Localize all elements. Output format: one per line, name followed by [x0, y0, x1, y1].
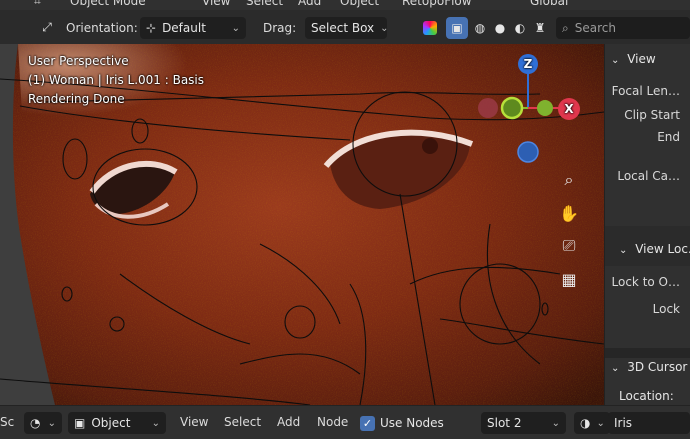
viewport-render-status: Rendering Done — [28, 92, 125, 106]
menu-add[interactable]: Add — [298, 0, 321, 8]
material-sphere-icon: ◑ — [580, 416, 591, 430]
zoom-icon[interactable]: ⌕ — [556, 167, 582, 193]
focal-length-label: Focal Len… — [611, 84, 680, 98]
orientation-dropdown[interactable]: ⊹ Default ⌄ — [140, 17, 246, 39]
gizmo-x-axis[interactable]: X — [558, 98, 580, 120]
lock-to-object-label: Lock to O… — [611, 275, 680, 289]
editor-type-label[interactable]: Sc — [0, 415, 14, 429]
view-panel-title: View — [627, 52, 656, 66]
object-type-dropdown[interactable]: ▣ Object ⌄ — [68, 412, 166, 434]
menu-view[interactable]: View — [180, 415, 208, 429]
menu-select[interactable]: Select — [246, 0, 283, 8]
viewport-object-info: (1) Woman | Iris L.001 : Basis — [28, 73, 205, 87]
chevron-down-icon: ⌄ — [611, 55, 620, 66]
object-type-value: Object — [91, 416, 131, 430]
shader-editor-header: Sc ◔ ⌄ ▣ Object ⌄ View Select Add Node ✓… — [0, 405, 690, 439]
top-menu-bar: ⌗ Object Mode View Select Add Object Ret… — [0, 0, 690, 10]
wireframe-shading-icon[interactable]: ◍ — [470, 17, 490, 39]
menu-view[interactable]: View — [202, 0, 230, 8]
transform-tool-icon[interactable]: ⤢ — [36, 16, 58, 38]
orientation-icon: ⊹ — [146, 21, 157, 35]
object-square-icon: ▣ — [74, 416, 86, 430]
drag-dropdown[interactable]: Select Box ⌄ — [305, 17, 389, 39]
slot-dropdown[interactable]: Slot 2 ⌄ — [481, 412, 566, 434]
chevron-down-icon: ⌄ — [551, 417, 560, 429]
drag-value: Select Box — [311, 21, 375, 35]
grid-ortho-icon[interactable]: ▦ — [556, 266, 582, 292]
drag-label: Drag: — [263, 21, 297, 35]
chevron-down-icon: ⌄ — [380, 22, 389, 34]
chevron-down-icon: ⌄ — [231, 22, 240, 34]
3d-cursor-panel-title: 3D Cursor — [627, 360, 688, 374]
chevron-down-icon: ⌄ — [611, 363, 620, 374]
slot-value: Slot 2 — [487, 416, 522, 430]
material-shading-icon[interactable]: ◐ — [510, 17, 530, 39]
menu-object[interactable]: Object — [340, 0, 379, 8]
viewport-perspective-label: User Perspective — [28, 54, 129, 68]
n-panel-sidebar: ⌄ View Focal Len… Clip Start End Local C… — [604, 44, 690, 405]
chevron-down-icon: ⌄ — [151, 417, 160, 429]
chevron-down-icon: ⌄ — [619, 245, 628, 256]
local-camera-label: Local Ca… — [617, 169, 680, 183]
camera-icon[interactable]: ⎚ — [556, 233, 582, 259]
view-panel-header[interactable]: ⌄ View — [611, 52, 656, 66]
editor-type-dropdown[interactable]: ◔ ⌄ — [24, 412, 62, 434]
view-lock-panel-title: View Loc… — [635, 242, 690, 256]
menu-node[interactable]: Node — [317, 415, 348, 429]
search-icon: ⌕ — [562, 20, 569, 35]
solid-shading-icon[interactable]: ● — [490, 17, 510, 39]
3d-viewport[interactable]: Z X User Perspective (1) Woman | Iris L.… — [0, 44, 604, 405]
view-lock-panel-header[interactable]: ⌄ View Loc… — [619, 242, 690, 256]
checkmark-icon[interactable]: ✓ — [360, 415, 375, 431]
lock-label: Lock — [652, 302, 680, 316]
orientation-value: Default — [162, 21, 206, 35]
chevron-down-icon: ⌄ — [596, 417, 605, 429]
retopo-color-icon[interactable] — [420, 17, 440, 39]
clip-end-label: End — [657, 130, 680, 144]
menu-select[interactable]: Select — [224, 415, 261, 429]
node-editor-icon: ◔ — [30, 416, 41, 430]
mode-dropdown[interactable]: Object Mode — [70, 0, 146, 8]
clip-start-label: Clip Start — [624, 108, 680, 122]
search-placeholder: Search — [574, 21, 616, 35]
use-nodes-toggle[interactable]: ✓ Use Nodes — [360, 412, 444, 434]
xray-toggle-icon[interactable]: ▣ — [446, 17, 468, 39]
use-nodes-label: Use Nodes — [380, 416, 444, 430]
material-browse-dropdown[interactable]: ◑ ⌄ — [574, 412, 610, 434]
retopoflow-menu[interactable]: RetopoFlow — [402, 0, 472, 8]
hand-pan-icon[interactable]: ✋ — [556, 200, 582, 226]
search-field[interactable]: ⌕ Search — [556, 17, 690, 39]
menu-add[interactable]: Add — [277, 415, 300, 429]
tool-header: ⤢ Orientation: ⊹ Default ⌄ Drag: Select … — [0, 10, 690, 44]
chevron-down-icon: ⌄ — [47, 417, 56, 429]
gizmo-z-axis[interactable]: Z — [518, 54, 538, 74]
material-name: Iris — [614, 416, 633, 430]
transform-orientation[interactable]: Global — [530, 0, 568, 8]
render-shading-icon[interactable]: ♜ — [530, 17, 550, 39]
3d-cursor-panel-header[interactable]: ⌄ 3D Cursor — [611, 360, 687, 374]
orientation-label: Orientation: — [66, 21, 138, 35]
gear-icon[interactable]: ⌗ — [34, 0, 41, 9]
material-name-field[interactable]: Iris — [608, 412, 690, 434]
location-label: Location: — [619, 389, 674, 403]
